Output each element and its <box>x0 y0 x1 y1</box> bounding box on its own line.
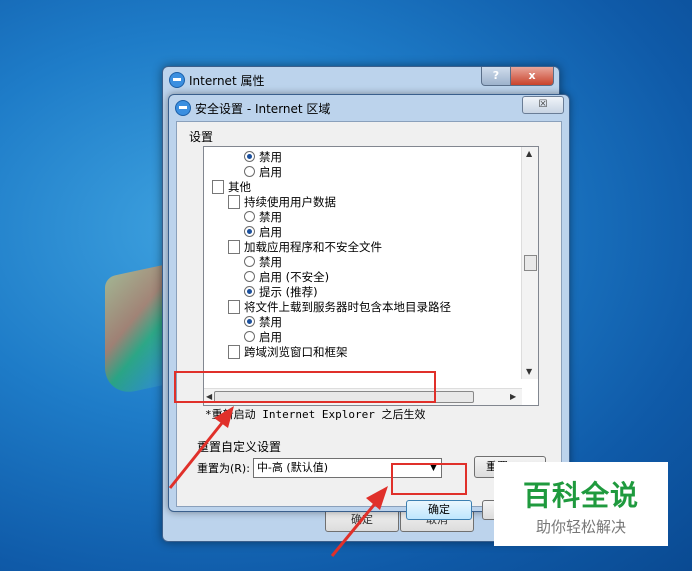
arrow-line-1 <box>168 417 228 489</box>
watermark-title: 百科全说 <box>522 479 639 512</box>
watermark: 百科全说 助你轻松解决 <box>494 462 668 546</box>
arrow-line-2 <box>330 499 380 557</box>
arrow-head-1 <box>214 406 234 428</box>
arrow-head-2 <box>366 486 388 510</box>
watermark-subtitle: 助你轻松解决 <box>535 518 626 536</box>
